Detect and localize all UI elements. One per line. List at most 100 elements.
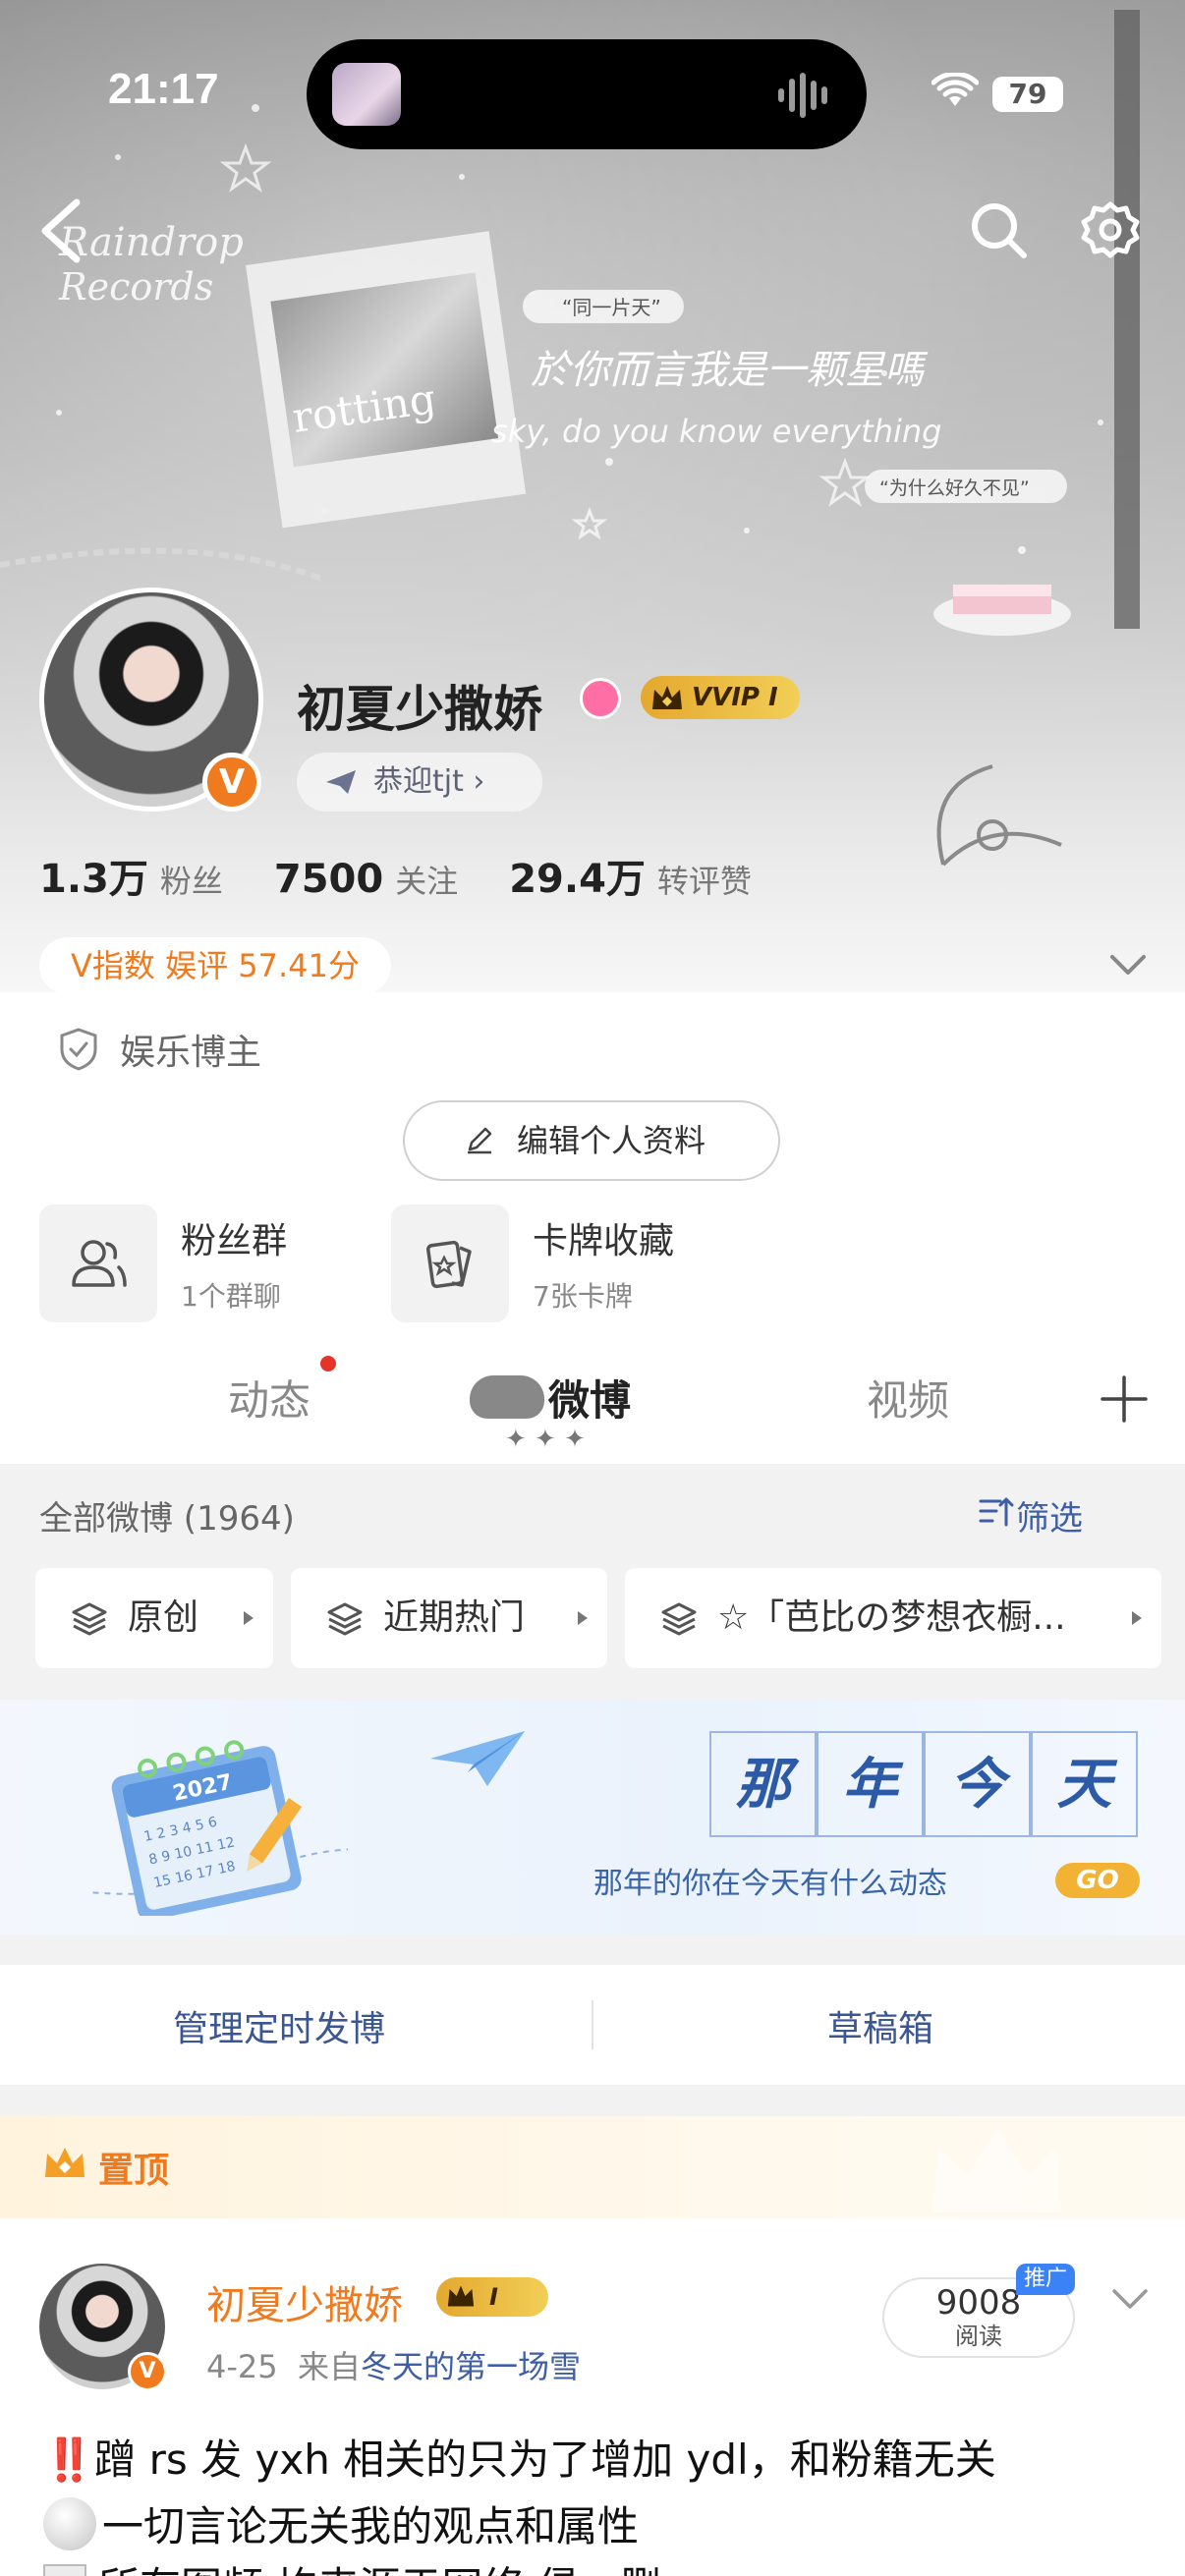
document-icon xyxy=(43,2564,86,2576)
tab-video[interactable]: 视频 xyxy=(867,1368,949,1428)
chip-label: 近期热门 xyxy=(383,1597,526,1638)
fan-group-card[interactable]: 粉丝群 1个群聊 xyxy=(39,1204,373,1322)
crown-icon xyxy=(652,686,682,709)
cards-icon xyxy=(425,1240,472,1289)
layers-icon xyxy=(327,1602,363,1636)
chevron-down-icon[interactable] xyxy=(1104,945,1152,984)
chip-arrow-icon xyxy=(578,1611,588,1625)
svg-text:於你而言我是一颗星嗎: 於你而言我是一颗星嗎 xyxy=(531,348,929,393)
chip-recent-hot[interactable]: 近期热门 xyxy=(291,1568,607,1668)
profile-stats: 1.3万 粉丝 7500 关注 29.4万 转评赞 xyxy=(39,847,803,906)
stat-number: 29.4万 xyxy=(509,857,646,902)
dynamic-island[interactable] xyxy=(307,39,867,149)
post-source[interactable]: 冬天的第一场雪 xyxy=(361,2348,581,2385)
post-author-name[interactable]: 初夏少撒娇 xyxy=(206,2273,403,2330)
title-char: 天 xyxy=(1031,1731,1138,1837)
drafts-button[interactable]: 草稿箱 xyxy=(827,2000,933,2051)
post-text-line: ‼️蹭 rs 发 yxh 相关的只为了增加 ydl，和粉籍无关 xyxy=(43,2427,996,2487)
post-text-line: 一切言论无关我的观点和属性 xyxy=(43,2493,639,2553)
read-label: 阅读 xyxy=(955,2323,1002,2350)
wifi-icon xyxy=(931,73,979,106)
profile-banner: rotting Raindrop Records “同一片天” 於你而言我是一颗… xyxy=(0,0,1185,994)
tab-indicator-deco-icon: ✦ ✦ ✦ xyxy=(505,1425,586,1454)
chip-arrow-icon xyxy=(244,1611,254,1625)
welcome-pill[interactable]: 恭迎tjt › xyxy=(297,753,542,812)
stat-following[interactable]: 7500 关注 xyxy=(274,857,458,902)
post-line-2: 一切言论无关我的观点和属性 xyxy=(102,2502,640,2550)
double-exclamation-icon: ‼️ xyxy=(43,2436,95,2484)
vip-badge[interactable]: VVIP I xyxy=(641,676,800,719)
layers-icon xyxy=(72,1602,107,1636)
title-char: 那 xyxy=(709,1731,817,1837)
vip-label: VVIP I xyxy=(692,683,778,712)
svg-text:sky, do you know everything: sky, do you know everything xyxy=(491,413,941,450)
card-collection-card[interactable]: 卡牌收藏 7张卡牌 xyxy=(391,1204,745,1322)
crown-icon xyxy=(447,2285,475,2307)
go-button[interactable]: GO xyxy=(1055,1863,1140,1898)
post-line-1: 蹭 rs 发 yxh 相关的只为了增加 ydl，和粉籍无关 xyxy=(94,2436,996,2484)
crown-icon xyxy=(45,2148,85,2177)
section-separator xyxy=(0,2085,1185,2116)
chip-label: 原创 xyxy=(128,1597,199,1638)
profile-tabs: 动态 微博 视频 xyxy=(0,1346,1185,1464)
chevron-down-icon[interactable] xyxy=(1108,2281,1152,2317)
now-playing-thumbnail xyxy=(332,63,401,126)
crown-watermark-icon xyxy=(933,2128,1061,2212)
on-this-day-title: 那 年 今 天 xyxy=(709,1731,1138,1837)
svg-text:Records: Records xyxy=(58,265,213,308)
card-icon-box xyxy=(391,1204,509,1322)
role-label: 娱乐博主 xyxy=(120,1033,262,1073)
notification-dot xyxy=(320,1356,336,1372)
welcome-chevron-icon: › xyxy=(463,764,485,799)
title-char: 今 xyxy=(924,1731,1031,1837)
scheduled-posts-button[interactable]: 管理定时发博 xyxy=(173,2000,385,2051)
svg-text:“为什么好久不见”: “为什么好久不见” xyxy=(879,477,1030,499)
shield-check-icon xyxy=(60,1028,97,1071)
status-time: 21:17 xyxy=(108,65,219,113)
stat-number: 7500 xyxy=(273,857,384,902)
search-icon[interactable] xyxy=(969,200,1028,259)
tab-moments[interactable]: 动态 xyxy=(228,1368,310,1428)
pinned-label: 置顶 xyxy=(98,2151,170,2191)
chip-label: ☆「芭比の梦想衣橱... xyxy=(717,1597,1066,1638)
post-meta: 4-25 来自冬天的第一场雪 xyxy=(206,2342,581,2387)
filter-button[interactable]: 筛选 xyxy=(1016,1491,1083,1540)
filter-sort-icon[interactable] xyxy=(979,1495,1014,1529)
card-subtitle: 7张卡牌 xyxy=(533,1280,633,1313)
role-row: 娱乐博主 xyxy=(59,1022,261,1077)
profile-page: rotting Raindrop Records “同一片天” 於你而言我是一颗… xyxy=(0,0,1185,2576)
stat-interactions[interactable]: 29.4万 转评赞 xyxy=(509,847,752,904)
stat-label: 粉丝 xyxy=(159,863,223,900)
welcome-text: 恭迎tjt xyxy=(373,764,464,799)
card-subtitle: 1个群聊 xyxy=(181,1280,281,1313)
settings-gear-icon[interactable] xyxy=(1081,200,1140,259)
calendar-illustration-icon: 2027 1 2 3 4 5 68 9 10 11 1215 16 17 18 xyxy=(92,1740,348,1916)
promote-tag[interactable]: 推广 xyxy=(1016,2264,1075,2295)
card-icon-box xyxy=(39,1204,157,1322)
mascot-icon xyxy=(470,1375,544,1419)
verified-badge: V xyxy=(202,753,261,812)
add-tab-plus-icon[interactable] xyxy=(1097,1372,1152,1427)
stat-label: 关注 xyxy=(395,863,459,900)
v-index-pill[interactable]: V指数 娱评 57.41分 xyxy=(39,937,391,994)
stat-followers[interactable]: 1.3万 粉丝 xyxy=(39,847,223,904)
vip-badge[interactable]: I xyxy=(436,2277,548,2317)
verified-badge: V xyxy=(128,2352,167,2391)
chip-arrow-icon xyxy=(1132,1611,1142,1625)
manage-divider xyxy=(592,2000,593,2049)
battery-indicator: 79 xyxy=(992,77,1063,112)
white-circle-icon xyxy=(43,2497,96,2550)
edit-profile-button[interactable]: 编辑个人资料 xyxy=(403,1100,780,1181)
chip-original[interactable]: 原创 xyxy=(35,1568,273,1668)
title-char: 年 xyxy=(817,1731,924,1837)
tab-weibo[interactable]: 微博 xyxy=(548,1368,631,1428)
back-arrow-icon[interactable] xyxy=(33,196,92,265)
pencil-icon xyxy=(468,1127,492,1154)
edit-profile-label: 编辑个人资料 xyxy=(516,1122,705,1159)
card-title: 粉丝群 xyxy=(181,1221,288,1261)
paper-plane-icon xyxy=(430,1731,525,1786)
stat-number: 1.3万 xyxy=(39,857,148,902)
profile-name: 初夏少撒娇 xyxy=(297,681,542,738)
chip-collection[interactable]: ☆「芭比の梦想衣橱... xyxy=(625,1568,1161,1668)
layers-icon xyxy=(661,1602,697,1636)
